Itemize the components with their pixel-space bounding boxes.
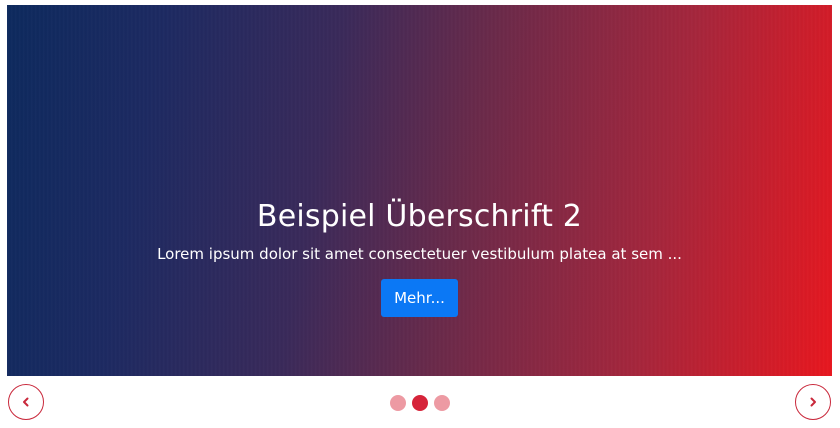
previous-slide-button[interactable] <box>8 384 44 420</box>
slide-indicator-2[interactable] <box>412 395 428 411</box>
slide-title: Beispiel Überschrift 2 <box>256 199 583 234</box>
slide-text: Lorem ipsum dolor sit amet consectetuer … <box>157 245 682 263</box>
carousel-slide: Beispiel Überschrift 2 Lorem ipsum dolor… <box>7 5 832 376</box>
image-carousel: Beispiel Überschrift 2 Lorem ipsum dolor… <box>0 0 840 428</box>
slide-indicator-3[interactable] <box>434 395 450 411</box>
next-slide-button[interactable] <box>795 384 831 420</box>
chevron-left-icon <box>23 397 29 407</box>
slide-caption: Beispiel Überschrift 2 Lorem ipsum dolor… <box>7 197 832 317</box>
slide-indicator-1[interactable] <box>390 395 406 411</box>
chevron-right-icon <box>810 397 816 407</box>
more-button[interactable]: Mehr... <box>381 279 458 317</box>
slide-indicators <box>390 395 450 411</box>
